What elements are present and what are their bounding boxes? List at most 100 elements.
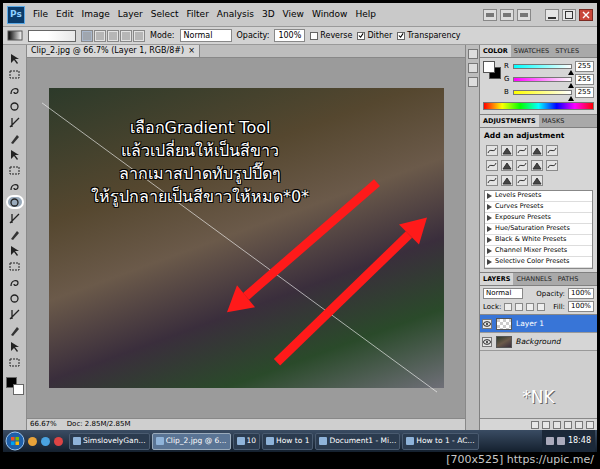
- slider-thumb-icon[interactable]: [568, 83, 574, 88]
- slider-thumb-icon[interactable]: [568, 96, 574, 101]
- layer-opacity-field[interactable]: 100%: [568, 288, 594, 299]
- preset-row[interactable]: Black & White Presets: [485, 235, 592, 246]
- tool-button[interactable]: [6, 227, 24, 241]
- slider-thumb-icon[interactable]: [568, 70, 574, 75]
- preset-row[interactable]: Levels Presets: [485, 191, 592, 202]
- menu-item[interactable]: Select: [147, 8, 183, 22]
- adjustment-icon[interactable]: [486, 160, 498, 171]
- foreground-color[interactable]: [483, 61, 495, 73]
- adjustment-icon[interactable]: [516, 160, 528, 171]
- preset-row[interactable]: Curves Presets: [485, 202, 592, 213]
- option-checkbox[interactable]: Reverse: [310, 30, 352, 42]
- menu-item[interactable]: Analysis: [213, 8, 258, 22]
- expand-icon[interactable]: [487, 193, 492, 199]
- tool-button[interactable]: [6, 67, 24, 81]
- expand-icon[interactable]: [487, 226, 492, 232]
- tool-button[interactable]: [6, 355, 24, 369]
- tool-button[interactable]: [6, 323, 24, 337]
- lock-option-icon[interactable]: [537, 303, 545, 311]
- color-swatches[interactable]: [6, 377, 24, 395]
- adjustment-icon[interactable]: [546, 145, 558, 156]
- layer-action-icon[interactable]: [553, 421, 561, 429]
- menu-item[interactable]: Edit: [52, 8, 77, 22]
- menu-item[interactable]: Layer: [114, 8, 147, 22]
- tool-button[interactable]: [6, 163, 24, 177]
- option-checkbox[interactable]: Transparency: [397, 30, 460, 42]
- tray-icon[interactable]: [557, 437, 565, 445]
- menu-item[interactable]: File: [29, 8, 52, 22]
- panel-tab[interactable]: COLOR: [480, 45, 511, 57]
- document-tab[interactable]: Clip_2.jpg @ 66.7% (Layer 1, RGB/8#)×: [27, 45, 200, 57]
- app-button-icon[interactable]: [483, 9, 497, 21]
- maximize-icon[interactable]: [562, 9, 576, 21]
- layer-action-icon[interactable]: [586, 421, 594, 429]
- clock[interactable]: 18:48: [568, 435, 591, 447]
- expand-icon[interactable]: [487, 215, 492, 221]
- slider-value[interactable]: 255: [575, 61, 594, 72]
- menu-item[interactable]: Image: [78, 8, 114, 22]
- quick-launch-icon[interactable]: [27, 436, 38, 447]
- slider-track[interactable]: [513, 77, 572, 82]
- tool-button[interactable]: [6, 211, 24, 225]
- slider-track[interactable]: [513, 64, 572, 69]
- expand-icon[interactable]: [487, 237, 492, 243]
- adjustment-icon[interactable]: [486, 175, 498, 186]
- quick-launch-icon[interactable]: [40, 436, 51, 447]
- adjustment-icon[interactable]: [486, 145, 498, 156]
- tray-icon[interactable]: [546, 437, 554, 445]
- adjustment-icon[interactable]: [516, 145, 528, 156]
- panel-tab[interactable]: MASKS: [539, 115, 568, 127]
- tool-button[interactable]: [6, 291, 24, 305]
- app-button-icon[interactable]: [500, 9, 514, 21]
- opacity-field[interactable]: 100%: [274, 29, 305, 42]
- panel-tab[interactable]: CHANNELS: [513, 273, 554, 285]
- tool-button[interactable]: [6, 51, 24, 65]
- layer-row[interactable]: Layer 1: [480, 315, 597, 333]
- adjustment-icon[interactable]: [531, 145, 543, 156]
- background-swatch[interactable]: [13, 384, 24, 395]
- layer-row[interactable]: Background: [480, 333, 597, 351]
- zoom-level[interactable]: 66.67%: [30, 419, 57, 430]
- layer-action-icon[interactable]: [575, 421, 583, 429]
- adjustment-icon[interactable]: [546, 160, 558, 171]
- taskbar-item[interactable]: Document1 - Mi...: [315, 433, 400, 450]
- tool-button[interactable]: [6, 179, 24, 193]
- dock-icon[interactable]: [468, 49, 478, 59]
- menu-item[interactable]: View: [279, 8, 308, 22]
- taskbar-item[interactable]: How to 1: [262, 433, 313, 450]
- gradient-tool-icon[interactable]: [7, 29, 23, 42]
- tool-button[interactable]: [6, 243, 24, 257]
- taskbar-item[interactable]: Clip_2.jpg @ 6...: [152, 433, 231, 450]
- gradient-type-icon[interactable]: [94, 30, 106, 42]
- menu-item[interactable]: Help: [351, 8, 380, 22]
- adjustment-icon[interactable]: [531, 160, 543, 171]
- adjustment-icon[interactable]: [501, 145, 513, 156]
- panel-tab[interactable]: PATHS: [555, 273, 581, 285]
- dock-icon[interactable]: [468, 77, 478, 87]
- lock-option-icon[interactable]: [504, 303, 512, 311]
- panel-tab[interactable]: LAYERS: [480, 273, 513, 285]
- menu-item[interactable]: Filter: [183, 8, 213, 22]
- adjustment-icon[interactable]: [501, 160, 513, 171]
- tool-button[interactable]: [6, 115, 24, 129]
- eye-icon[interactable]: [483, 321, 491, 327]
- taskbar-item[interactable]: How to 1 - AC...: [402, 433, 478, 450]
- eye-icon[interactable]: [483, 339, 491, 345]
- adjustment-icon[interactable]: [531, 175, 543, 186]
- close-tab-button[interactable]: ×: [188, 45, 195, 57]
- adjustment-icon[interactable]: [516, 175, 528, 186]
- dock-icon[interactable]: [468, 63, 478, 73]
- gradient-type-icon[interactable]: [120, 30, 132, 42]
- preset-row[interactable]: Hue/Saturation Presets: [485, 224, 592, 235]
- preset-row[interactable]: Channel Mixer Presets: [485, 246, 592, 257]
- slider-value[interactable]: 255: [575, 87, 594, 98]
- lock-option-icon[interactable]: [526, 303, 534, 311]
- expand-icon[interactable]: [487, 248, 492, 254]
- panel-tab[interactable]: STYLES: [552, 45, 582, 57]
- lock-option-icon[interactable]: [515, 303, 523, 311]
- preset-row[interactable]: Exposure Presets: [485, 213, 592, 224]
- layer-action-icon[interactable]: [564, 421, 572, 429]
- gradient-type-icon[interactable]: [81, 30, 93, 42]
- panel-tab[interactable]: ADJUSTMENTS: [480, 115, 539, 127]
- tool-button[interactable]: [6, 131, 24, 145]
